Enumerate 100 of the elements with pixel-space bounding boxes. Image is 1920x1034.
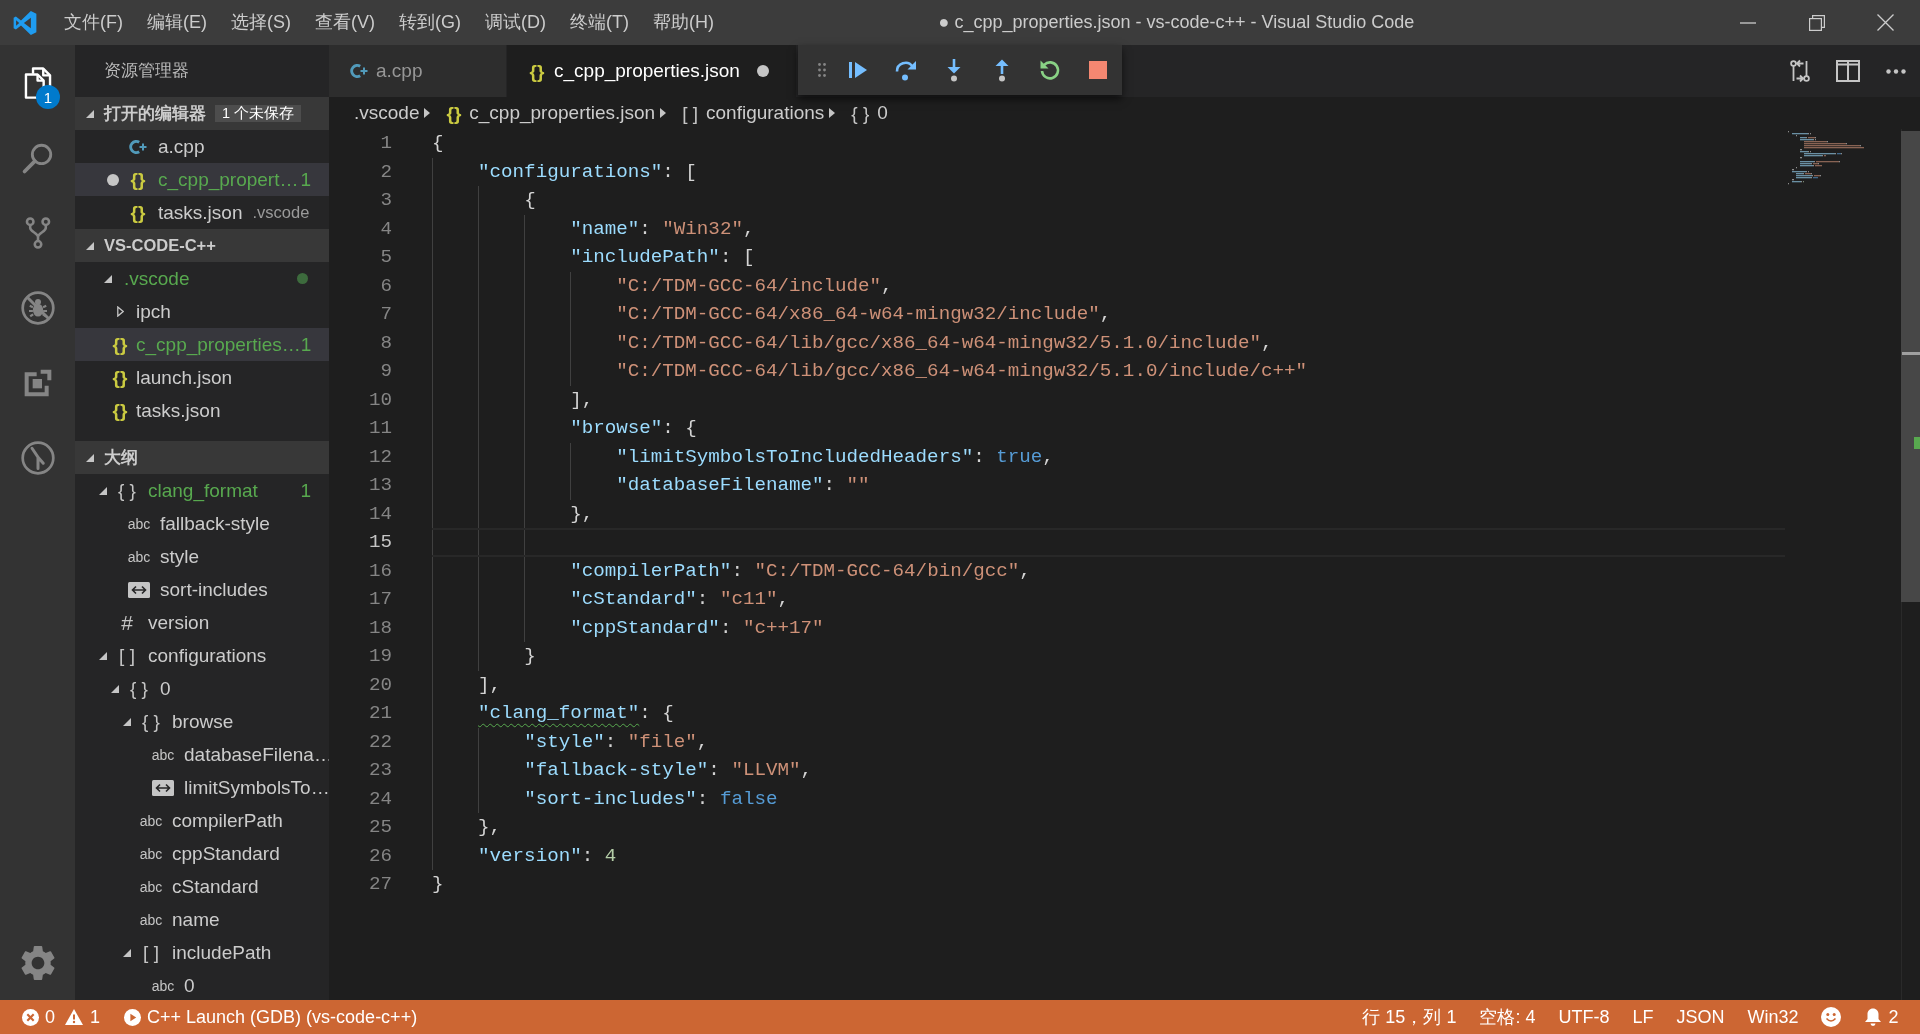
line-number: 23 [367, 758, 392, 783]
warning-icon [65, 1009, 83, 1025]
explorer-button[interactable]: 1 [0, 45, 75, 120]
outline-item[interactable]: { } browse [75, 705, 329, 738]
problem-count: 1 [300, 168, 311, 191]
status-item[interactable]: JSON [1664, 1000, 1736, 1034]
restore-icon [1808, 14, 1825, 31]
line-number: 6 [379, 273, 392, 299]
code-line: { [432, 131, 444, 156]
tree-item[interactable]: .vscode [75, 262, 329, 295]
status-item[interactable]: 空格: 4 [1467, 1000, 1547, 1034]
more-icon [1886, 68, 1906, 74]
line-number: 22 [367, 729, 392, 755]
section-header[interactable]: VS-CODE-C++ [75, 229, 329, 262]
code-line: "fallback-style": "LLVM", [524, 758, 812, 783]
braces-icon: {} [112, 368, 128, 387]
section-header[interactable]: 打开的编辑器 1 个未保存 [75, 97, 329, 130]
menu-item[interactable]: 查看(V) [303, 0, 387, 45]
line-number: 17 [367, 587, 392, 612]
section-header[interactable]: 大纲 [75, 441, 329, 474]
logo-icon [12, 9, 38, 36]
outline-item[interactable]: { } clang_format 1 [75, 474, 329, 507]
menu-item[interactable]: 调试(D) [473, 0, 558, 45]
smiley-icon [1821, 1007, 1842, 1027]
line-number: 24 [367, 786, 392, 812]
notification-badge: 1 [36, 85, 60, 109]
split-icon [1836, 60, 1860, 82]
tree-item[interactable]: {} tasks.json [75, 394, 329, 427]
menu-item[interactable]: 文件(F) [52, 0, 135, 45]
tree-item[interactable]: {} launch.json [75, 361, 329, 394]
outline-item[interactable]: abc 0 [75, 969, 329, 1000]
line-number: 2 [379, 159, 392, 185]
menu-item[interactable]: 编辑(E) [135, 0, 219, 45]
outline-item[interactable]: [ ] configurations [75, 639, 329, 672]
braces-icon: {} [130, 170, 146, 189]
status-item[interactable]: UTF-8 [1546, 1000, 1621, 1034]
status-item[interactable]: 行 15，列 1 [1350, 1000, 1468, 1034]
line-number: 1 [379, 131, 392, 156]
outline-item[interactable]: limitSymbolsTo… [75, 771, 329, 804]
breadcrumb-item[interactable]: .vscode [354, 102, 420, 124]
c-plus-icon [350, 63, 368, 79]
compare-arrows-icon [1788, 59, 1812, 83]
line-number: 21 [367, 701, 392, 726]
menu-item[interactable]: 转到(G) [387, 0, 473, 45]
code-line: "name": "Win32", [570, 216, 755, 242]
line-number: 12 [367, 444, 392, 470]
outline-item[interactable]: abc style [75, 540, 329, 573]
code-line: "sort-includes": false [524, 786, 778, 812]
code-line: ], [570, 387, 594, 413]
tree-item[interactable]: {} c_cpp_properties…1 [75, 328, 329, 361]
outline-item[interactable]: # version [75, 606, 329, 639]
outline-item[interactable]: [ ] includePath [75, 936, 329, 969]
abc-icon: abc [139, 813, 163, 828]
editor-tab[interactable]: a.cpp [329, 45, 507, 97]
launch-config-button[interactable]: C++ Launch (GDB) (vs-code-c++) [124, 1000, 418, 1034]
notifications-button[interactable]: 2 [1853, 1000, 1910, 1034]
editor-tab[interactable]: {} c_cpp_properties.json [507, 45, 797, 97]
brackets-icon: [ ] [682, 103, 698, 123]
outline-item[interactable]: abc cppStandard [75, 837, 329, 870]
tree-item[interactable]: ipch [75, 295, 329, 328]
outline-item[interactable]: abc compilerPath [75, 804, 329, 837]
outline-item[interactable]: { } 0 [75, 672, 329, 705]
code-line: ], [478, 672, 502, 698]
line-number: 26 [367, 843, 392, 869]
close-icon [1877, 14, 1894, 31]
abc-icon: abc [139, 912, 163, 927]
circle-branch-icon [19, 439, 56, 476]
scrollbar-thumb[interactable] [1901, 131, 1920, 602]
braces-icon: {} [112, 401, 128, 420]
warning-count-button[interactable]: 1 [65, 1000, 101, 1034]
outline-item[interactable]: sort-includes [75, 573, 329, 606]
code-line: "cStandard": "c11", [570, 587, 789, 612]
outline-item[interactable]: abc fallback-style [75, 507, 329, 540]
menu-item[interactable]: 帮助(H) [640, 0, 726, 45]
menu-item[interactable]: 终端(T) [558, 0, 641, 45]
window-title: ● c_cpp_properties.json - vs-code-c++ - Visual Studio Code [938, 12, 1415, 33]
open-editor-item[interactable]: a.cpp [75, 130, 329, 163]
code-line: "C:/TDM-GCC-64/lib/gcc/x86_64-w64-mingw32/5.1.0/include/c++" [616, 359, 1308, 384]
triangle-right-icon [829, 108, 836, 118]
code-line: "C:/TDM-GCC-64/x86_64-w64-mingw32/include", [616, 302, 1112, 327]
crossed-bug-icon [19, 289, 56, 326]
breadcrumb-item[interactable]: [ ] configurations [682, 102, 825, 124]
code-line: { [524, 188, 536, 213]
open-editor-item[interactable]: {} tasks.json .vscode [75, 196, 329, 229]
abc-icon: abc [151, 747, 175, 762]
menu-item[interactable]: 选择(S) [219, 0, 303, 45]
error-count-button[interactable]: 0 [22, 1000, 55, 1034]
status-item[interactable]: Win32 [1735, 1000, 1810, 1034]
braces-icon: { } [118, 481, 136, 500]
outline-item[interactable]: abc cStandard [75, 870, 329, 903]
drag-handle-icon[interactable] [818, 63, 826, 77]
arrows-box-icon [128, 581, 150, 598]
triangle-right-icon [424, 108, 431, 118]
breadcrumb-item[interactable]: {} c_cpp_properties.json [446, 102, 656, 124]
outline-item[interactable]: abc name [75, 903, 329, 936]
breadcrumb-item[interactable]: { } 0 [851, 102, 888, 124]
hash-icon: # [121, 612, 133, 633]
braces-icon: {} [130, 203, 146, 222]
status-item[interactable]: LF [1620, 1000, 1665, 1034]
open-editor-item[interactable]: {} c_cpp_propert…1 [75, 163, 329, 196]
